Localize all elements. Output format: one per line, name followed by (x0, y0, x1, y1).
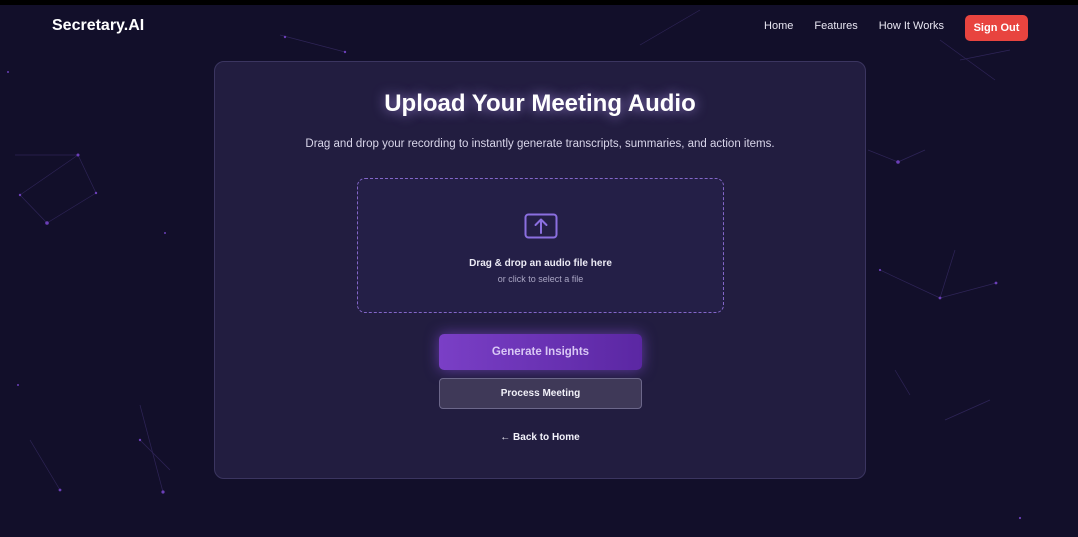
navbar: Secretary.AI Home Features How It Works … (0, 5, 1078, 51)
sign-out-button[interactable]: Sign Out (965, 15, 1028, 41)
page-title: Upload Your Meeting Audio (384, 90, 696, 117)
generate-insights-button[interactable]: Generate Insights (439, 334, 642, 370)
nav-link-features[interactable]: Features (814, 20, 857, 32)
nav-link-how-it-works[interactable]: How It Works (879, 20, 944, 32)
dropzone-subtitle: or click to select a file (497, 274, 584, 284)
nav-links: Home Features How It Works (764, 20, 944, 32)
process-meeting-button[interactable]: Process Meeting (439, 378, 642, 409)
dropzone-title: Drag & drop an audio file here (469, 258, 612, 269)
upload-card: Upload Your Meeting Audio Drag and drop … (214, 61, 866, 479)
audio-dropzone[interactable]: Drag & drop an audio file here or click … (357, 178, 724, 313)
page-subtitle: Drag and drop your recording to instantl… (305, 138, 775, 150)
upload-icon (524, 213, 558, 239)
brand-logo[interactable]: Secretary.AI (52, 17, 144, 35)
nav-link-home[interactable]: Home (764, 20, 793, 32)
back-to-home-link[interactable]: ← Back to Home (215, 432, 865, 443)
